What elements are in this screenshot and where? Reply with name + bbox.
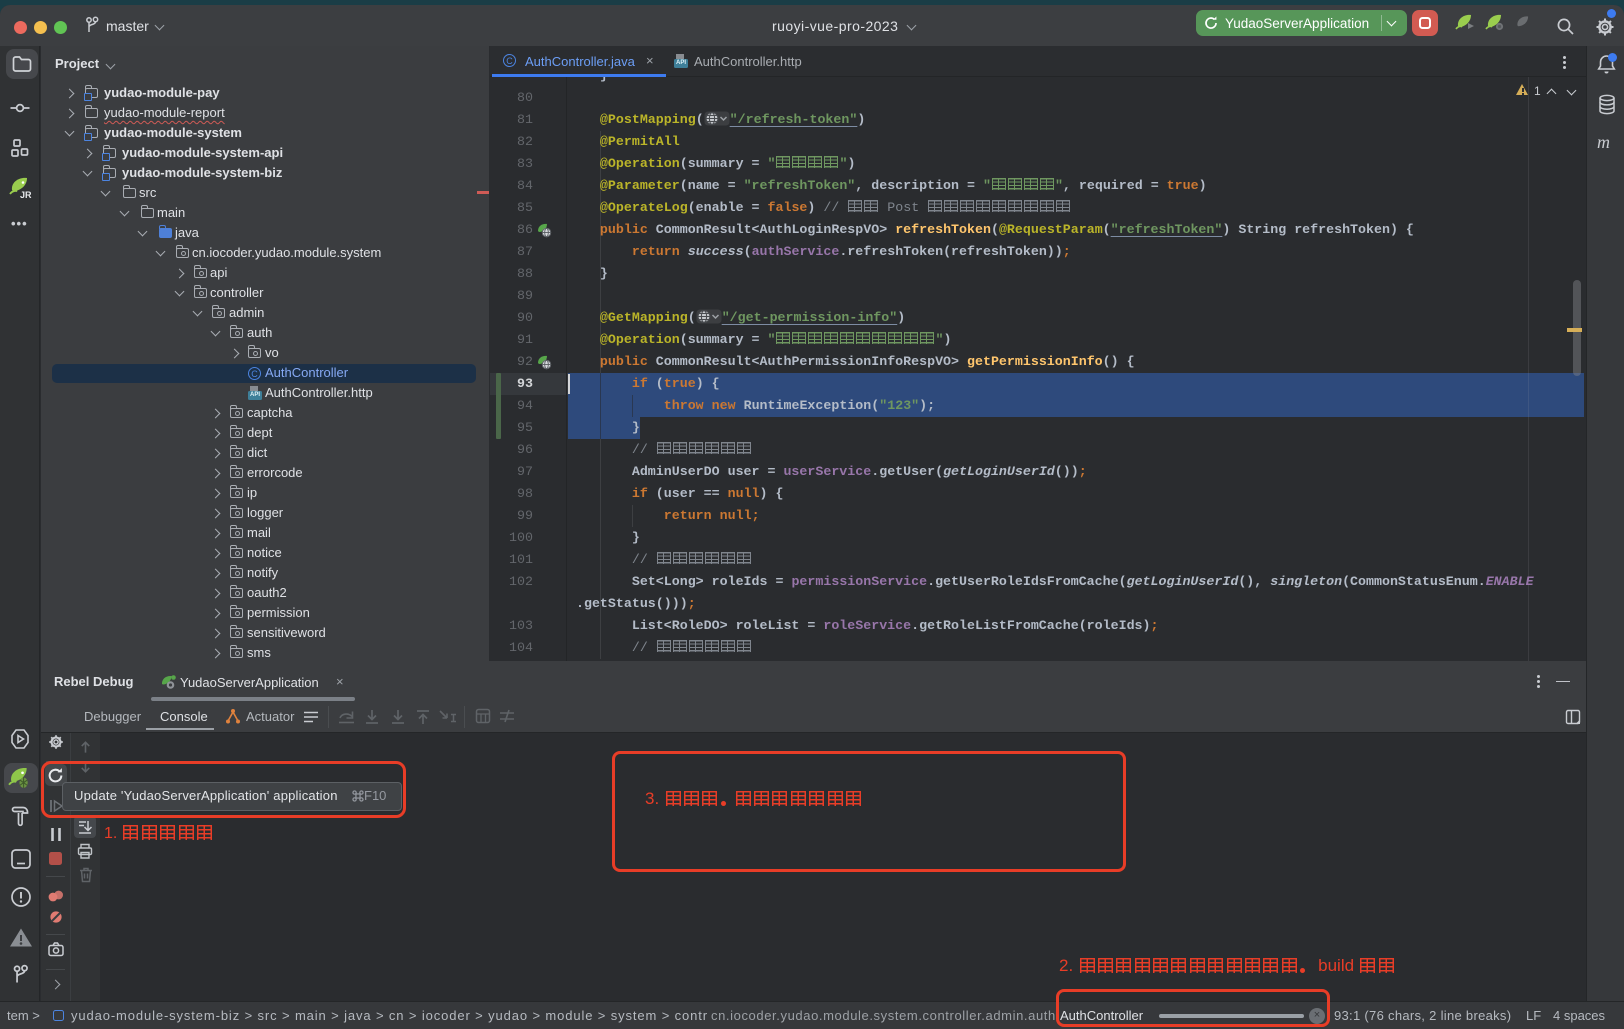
svg-text:JR: JR [20, 190, 32, 200]
